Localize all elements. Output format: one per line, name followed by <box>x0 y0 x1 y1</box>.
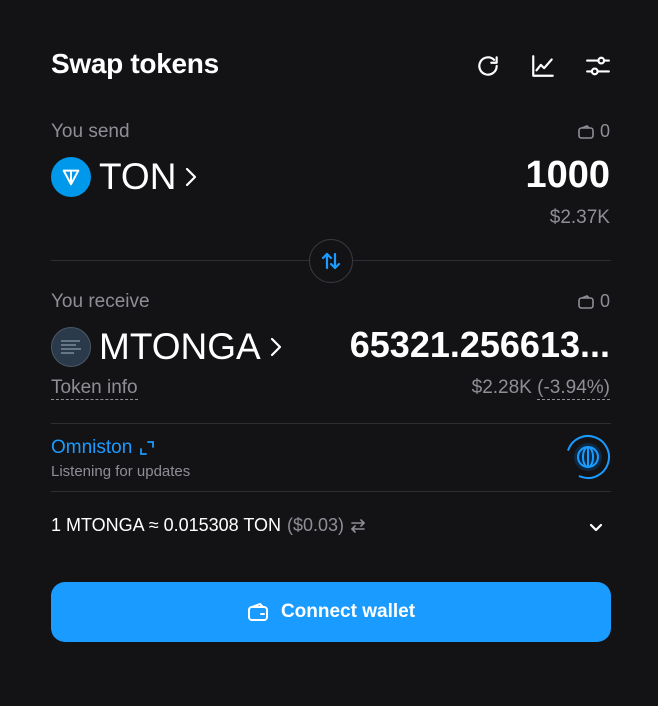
send-usd-value: $2.37K <box>549 207 610 228</box>
receive-label: You receive <box>51 291 150 312</box>
receive-balance: 0 <box>578 291 610 312</box>
rate-usd: ($0.03) <box>287 515 345 535</box>
swap-rate-icon[interactable] <box>350 518 366 533</box>
receive-balance-value: 0 <box>599 291 610 311</box>
rate-text: 1 MTONGA ≈ 0.015308 TON <box>51 515 281 535</box>
chevron-right-icon <box>270 337 281 357</box>
wallet-icon <box>578 294 594 309</box>
receive-amount: 65321.256613... <box>349 324 610 365</box>
expand-icon <box>140 441 155 455</box>
mtonga-logo-icon <box>51 327 91 367</box>
connect-wallet-button[interactable]: Connect wallet <box>51 582 611 642</box>
price-impact-value[interactable]: (-3.94%) <box>537 377 610 400</box>
section-divider <box>51 491 611 492</box>
swap-direction-button[interactable] <box>309 239 353 283</box>
rate-row[interactable]: 1 MTONGA ≈ 0.015308 TON ($0.03) <box>51 515 366 536</box>
omniston-link[interactable]: Omniston <box>51 437 155 459</box>
token-info-link[interactable]: Token info <box>51 377 138 400</box>
send-balance: 0 <box>578 121 610 142</box>
omniston-name: Omniston <box>51 437 133 458</box>
send-token-name: TON <box>99 156 177 197</box>
send-balance-value: 0 <box>599 121 610 141</box>
ton-logo-icon <box>51 157 91 197</box>
send-label: You send <box>51 121 130 142</box>
token-info-label: Token info <box>51 377 138 400</box>
send-token-selector[interactable]: TON <box>51 156 198 198</box>
omniston-status: Listening for updates <box>51 463 191 480</box>
refresh-icon[interactable] <box>474 52 502 80</box>
wallet-icon <box>578 124 594 139</box>
chevron-down-icon[interactable] <box>586 517 606 537</box>
wallet-icon <box>247 603 268 621</box>
receive-usd-block: $2.28K (-3.94%) <box>471 377 610 400</box>
page-title: Swap tokens <box>51 48 219 79</box>
omniston-spinner-icon <box>565 434 611 480</box>
connect-wallet-label: Connect wallet <box>280 601 416 622</box>
receive-token-selector[interactable]: MTONGA <box>51 326 283 368</box>
receive-token-name: MTONGA <box>99 326 261 367</box>
chart-icon[interactable] <box>529 52 557 80</box>
send-amount-input[interactable]: 1000 <box>525 154 610 197</box>
receive-usd-value: $2.28K <box>471 377 532 398</box>
chevron-right-icon <box>186 167 197 187</box>
section-divider <box>51 423 611 424</box>
swap-arrows-icon <box>321 252 341 270</box>
settings-sliders-icon[interactable] <box>584 52 612 80</box>
